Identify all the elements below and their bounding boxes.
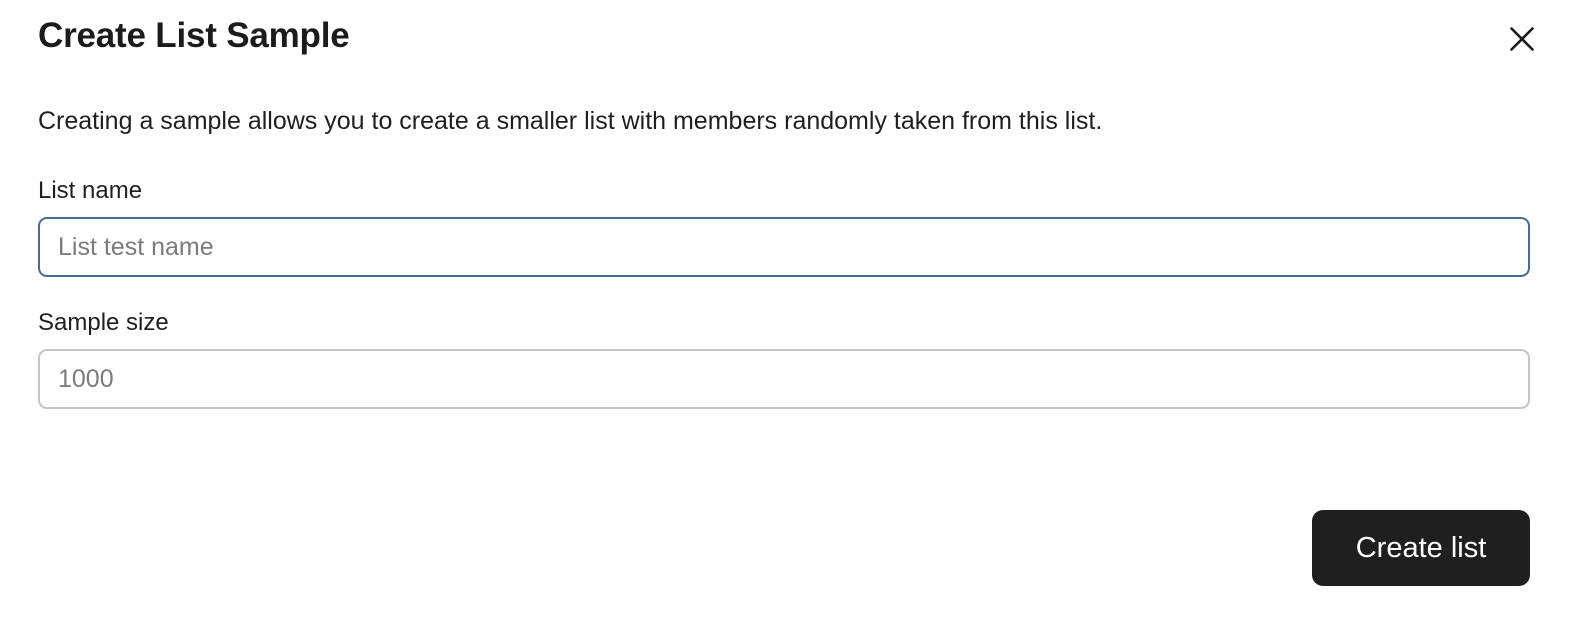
dialog-description: Creating a sample allows you to create a…: [38, 107, 1103, 135]
field-sample-size: Sample size: [38, 308, 1530, 409]
page-title: Create List Sample: [38, 16, 350, 55]
close-button[interactable]: [1501, 18, 1543, 60]
create-list-sample-dialog: Create List Sample Creating a sample all…: [0, 0, 1582, 624]
field-list-name: List name: [38, 176, 1530, 277]
list-name-input[interactable]: [38, 217, 1530, 277]
create-list-form: List name Sample size: [38, 137, 1530, 409]
sample-size-label: Sample size: [38, 309, 169, 336]
create-list-button[interactable]: Create list: [1312, 510, 1530, 586]
sample-size-input[interactable]: [38, 349, 1530, 409]
dialog-header: Create List Sample: [38, 0, 1534, 58]
close-icon: [1509, 26, 1535, 52]
list-name-label: List name: [38, 177, 143, 204]
dialog-footer: Create list: [38, 510, 1530, 586]
